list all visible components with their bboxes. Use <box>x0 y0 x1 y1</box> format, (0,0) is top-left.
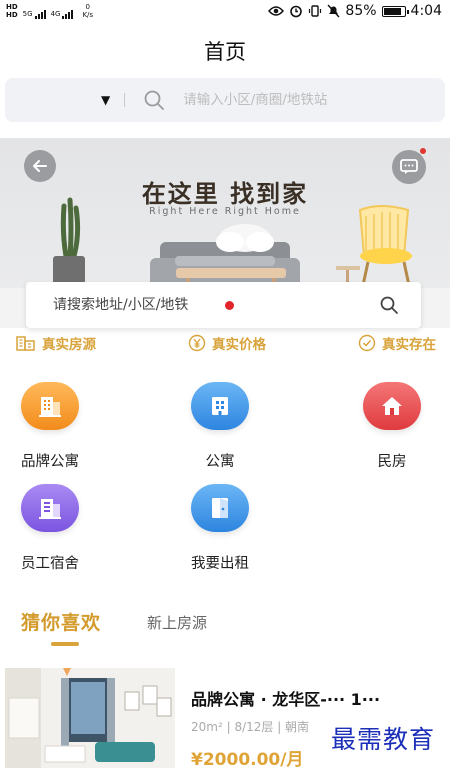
eye-icon <box>268 6 285 16</box>
city-dropdown-caret-icon[interactable]: ▼ <box>101 93 110 107</box>
category-label: 品牌公寓 <box>21 454 79 470</box>
search-divider <box>124 93 126 107</box>
network-1-label: 5G <box>22 10 33 18</box>
door-icon <box>191 484 249 532</box>
battery-icon <box>381 5 409 17</box>
banner-subtitle: Right Here Right Home <box>149 206 301 217</box>
active-tab-indicator <box>51 642 79 646</box>
top-search-bar[interactable]: ▼ <box>5 78 445 122</box>
category-list-for-rent[interactable]: 我要出租 <box>170 484 270 573</box>
clock: 4:04 <box>410 3 442 19</box>
banner-title: 在这里 找到家 <box>141 179 309 208</box>
battery-percent: 85% <box>345 3 377 19</box>
page-title: 首页 <box>204 40 246 64</box>
category-label: 员工宿舍 <box>21 556 79 572</box>
brand-apartment-icon <box>21 382 79 430</box>
banner-search-input[interactable] <box>53 297 379 313</box>
category-apartment[interactable]: 公寓 <box>170 382 270 471</box>
search-icon[interactable] <box>143 89 165 111</box>
search-icon[interactable] <box>379 295 399 315</box>
network-2-label: 4G <box>50 10 61 18</box>
category-label: 公寓 <box>205 454 235 470</box>
banner-search-bar[interactable] <box>26 282 421 328</box>
feature-real-listings: 真实房源 <box>16 333 96 353</box>
net-speed: 0 K/s <box>82 3 93 19</box>
net-speed-value: 0 <box>85 3 90 11</box>
feature-real-existence: 真实存在 <box>358 333 436 353</box>
signal-1-icon: 5G <box>23 10 46 19</box>
category-staff-dormitory[interactable]: 员工宿舍 <box>0 484 100 573</box>
signal-2-icon: 4G <box>51 10 74 19</box>
hd-badges: HD HD <box>6 3 18 19</box>
top-search-input[interactable] <box>183 92 384 108</box>
battery-fill <box>383 7 401 15</box>
status-right: 85% 4:04 <box>268 3 442 19</box>
apartment-icon <box>191 382 249 430</box>
red-dot-marker <box>225 301 234 310</box>
net-speed-unit: K/s <box>82 11 94 19</box>
category-brand-apartment[interactable]: 品牌公寓 <box>0 382 100 471</box>
chat-icon <box>400 159 418 174</box>
listing-room-image <box>5 668 175 768</box>
status-left: HD HD 5G 4G 0 K/s <box>6 3 93 19</box>
vibrate-icon <box>309 5 322 17</box>
tab-new-listings[interactable]: 新上房源 <box>147 612 207 633</box>
arrow-left-icon <box>33 160 47 172</box>
message-notification-dot <box>420 148 426 154</box>
category-label: 民房 <box>377 454 407 470</box>
status-bar: HD HD 5G 4G 0 K/s 85% 4:04 <box>0 0 450 22</box>
check-circle-icon <box>358 334 376 352</box>
hd-badge-bottom: HD <box>6 11 18 19</box>
feature-label: 真实价格 <box>212 337 266 353</box>
listing-title[interactable]: 品牌公寓 · 龙华区-··· 1··· <box>191 686 380 710</box>
listing-price: ¥2000.00/月 <box>191 750 304 768</box>
house-icon <box>363 382 421 430</box>
feature-label: 真实存在 <box>382 337 436 353</box>
tab-guess-you-like[interactable]: 猜你喜欢 <box>21 608 101 635</box>
watermark: 最需教育 <box>331 725 436 754</box>
dormitory-icon <box>21 484 79 532</box>
mute-icon <box>327 4 340 18</box>
category-label: 我要出租 <box>191 556 249 572</box>
feature-real-price: 真实价格 <box>188 333 266 353</box>
category-private-house[interactable]: 民房 <box>342 382 442 471</box>
hd-badge-top: HD <box>6 3 18 11</box>
listing-meta: 20m² | 8/12层 | 朝南 <box>191 720 310 734</box>
alarm-icon <box>290 5 303 18</box>
yen-icon <box>188 334 206 352</box>
features-row: 真实房源 真实价格 真实存在 <box>0 330 450 356</box>
listing-thumbnail[interactable] <box>5 668 175 768</box>
building-icon <box>16 336 35 351</box>
feature-label: 真实房源 <box>42 337 96 353</box>
